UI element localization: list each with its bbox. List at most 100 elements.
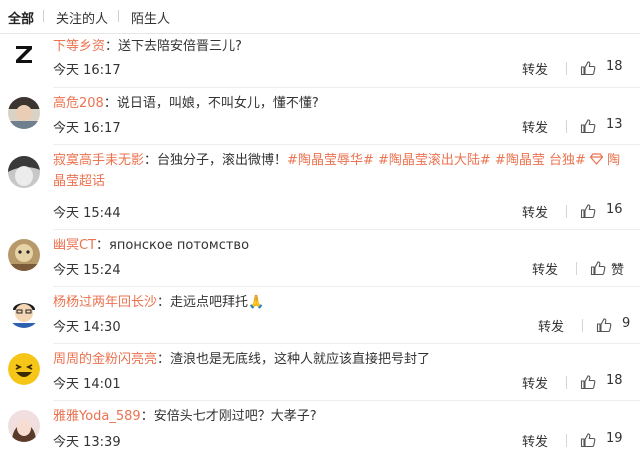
action-separator [566, 120, 567, 133]
like-button[interactable]: 13 [580, 117, 632, 137]
comment-actions: 转发 赞 [532, 259, 632, 279]
comment-content: 安倍头七才刚过吧？大孝子? [153, 409, 317, 424]
thumbs-up-icon [580, 61, 596, 76]
tab-strangers[interactable]: 陌生人 [131, 8, 170, 27]
like-button[interactable]: 18 [580, 373, 632, 393]
avatar[interactable] [8, 296, 40, 328]
divider [53, 400, 640, 401]
comment-actions: 转发 18 [522, 59, 632, 79]
like-button[interactable]: 16 [580, 202, 632, 222]
comment-item: 杨杨过两年回长沙：走远点吧拜托🙏 今天 14:30 转发 9 [0, 288, 640, 344]
comment-timestamp: 今天 14:01 [53, 377, 121, 392]
action-separator [566, 205, 567, 218]
comment-actions: 转发 19 [522, 431, 632, 451]
comment-content: японское потомство [109, 238, 250, 253]
like-count: 9 [622, 316, 631, 331]
forward-button[interactable]: 转发 [538, 316, 564, 335]
tab-separator [118, 10, 119, 22]
comment-actions: 转发 16 [522, 202, 632, 222]
comment-item: 寂寞高手耒无影：台独分子，滚出微博！#陶晶莹辱华# #陶晶莹滚出大陆# #陶晶莹… [0, 146, 640, 230]
comment-item: 高危208：说日语，叫娘，不叫女儿，懂不懂? 今天 16:17 转发 13 [0, 89, 640, 145]
username-link[interactable]: 寂寞高手耒无影 [53, 153, 144, 168]
comment-text: 杨杨过两年回长沙：走远点吧拜托🙏 [53, 295, 265, 310]
tab-following[interactable]: 关注的人 [56, 8, 108, 27]
username-link[interactable]: 杨杨过两年回长沙 [53, 295, 157, 310]
like-count: 16 [606, 202, 623, 217]
comment-text: 寂寞高手耒无影：台独分子，滚出微博！#陶晶莹辱华# #陶晶莹滚出大陆# #陶晶莹… [53, 153, 621, 189]
like-button[interactable]: 19 [580, 431, 632, 451]
username-link[interactable]: 高危208 [53, 96, 104, 111]
avatar[interactable] [8, 38, 40, 70]
comment-timestamp: 今天 14:30 [53, 320, 121, 335]
action-separator [582, 319, 583, 332]
thumbs-up-icon [580, 433, 596, 448]
avatar[interactable] [8, 97, 40, 129]
comment-item: 幽冥CT：японское потомство 今天 15:24 转发 赞 [0, 231, 640, 287]
like-count: 19 [606, 431, 623, 446]
divider [53, 343, 640, 344]
comment-text: 高危208：说日语，叫娘，不叫女儿，懂不懂? [53, 96, 319, 111]
action-separator [576, 262, 577, 275]
username-link[interactable]: 幽冥CT [53, 238, 96, 253]
comment-item: 下等乡资：送下去陪安倍晋三儿? 今天 16:17 转发 18 [0, 34, 640, 88]
like-button[interactable]: 18 [580, 59, 632, 79]
forward-button[interactable]: 转发 [532, 259, 558, 278]
divider [53, 87, 640, 88]
comment-content: 渣浪也是无底线，这种人就应该直接把号封了 [170, 352, 431, 367]
comment-text: 周周的金粉闪亮亮：渣浪也是无底线，这种人就应该直接把号封了 [53, 352, 431, 367]
divider [53, 229, 640, 230]
comment-text: 雅雅Yoda_589：安倍头七才刚过吧？大孝子? [53, 409, 317, 424]
thumbs-up-icon [596, 318, 612, 333]
comment-timestamp: 今天 16:17 [53, 63, 121, 78]
comment-content: 说日语，叫娘，不叫女儿，懂不懂? [116, 96, 319, 111]
avatar[interactable] [8, 239, 40, 271]
forward-button[interactable]: 转发 [522, 373, 548, 392]
username-link[interactable]: 周周的金粉闪亮亮 [53, 352, 157, 367]
comment-actions: 转发 13 [522, 117, 632, 137]
like-count: 18 [606, 59, 623, 74]
hashtag-link[interactable]: #陶晶莹 台独# [495, 153, 586, 168]
forward-button[interactable]: 转发 [522, 431, 548, 450]
tab-separator [43, 10, 44, 22]
comment-content: 台独分子，滚出微博！ [157, 153, 288, 168]
comment-actions: 转发 18 [522, 373, 632, 393]
avatar[interactable] [8, 353, 40, 385]
comment-item: 雅雅Yoda_589：安倍头七才刚过吧？大孝子? 今天 13:39 转发 19 [0, 402, 640, 460]
comment-item: 周周的金粉闪亮亮：渣浪也是无底线，这种人就应该直接把号封了 今天 14:01 转… [0, 345, 640, 401]
tab-all[interactable]: 全部 [8, 8, 34, 27]
hashtag-link[interactable]: #陶晶莹辱华# [287, 153, 374, 168]
comment-actions: 转发 9 [538, 316, 632, 336]
action-separator [566, 434, 567, 447]
comment-timestamp: 今天 15:44 [53, 206, 121, 221]
comment-timestamp: 今天 15:24 [53, 263, 121, 278]
diamond-icon [589, 153, 604, 165]
like-button[interactable]: 9 [596, 316, 632, 336]
comment-timestamp: 今天 16:17 [53, 121, 121, 136]
hashtag-link[interactable]: #陶晶莹滚出大陆# [378, 153, 491, 168]
username-link[interactable]: 下等乡资 [53, 39, 105, 54]
avatar[interactable] [8, 410, 40, 442]
comment-text: 下等乡资：送下去陪安倍晋三儿? [53, 39, 242, 54]
comment-timestamp: 今天 13:39 [53, 435, 121, 450]
forward-button[interactable]: 转发 [522, 117, 548, 136]
forward-button[interactable]: 转发 [522, 59, 548, 78]
comment-content: 走远点吧拜托🙏 [170, 295, 265, 310]
comment-content: 送下去陪安倍晋三儿? [118, 39, 242, 54]
thumbs-up-icon [590, 261, 606, 276]
divider [53, 144, 640, 145]
like-button[interactable]: 赞 [590, 259, 632, 279]
thumbs-up-icon [580, 204, 596, 219]
like-label: 赞 [611, 263, 625, 278]
action-separator [566, 62, 567, 75]
like-count: 13 [606, 117, 623, 132]
forward-button[interactable]: 转发 [522, 202, 548, 221]
thumbs-up-icon [580, 375, 596, 390]
comment-text: 幽冥CT：японское потомство [53, 238, 250, 253]
avatar[interactable] [8, 156, 40, 188]
like-count: 18 [606, 373, 623, 388]
action-separator [566, 376, 567, 389]
comment-filter-tabs: 全部 关注的人 陌生人 [0, 0, 640, 34]
divider [53, 286, 640, 287]
username-link[interactable]: 雅雅Yoda_589 [53, 409, 141, 424]
thumbs-up-icon [580, 119, 596, 134]
